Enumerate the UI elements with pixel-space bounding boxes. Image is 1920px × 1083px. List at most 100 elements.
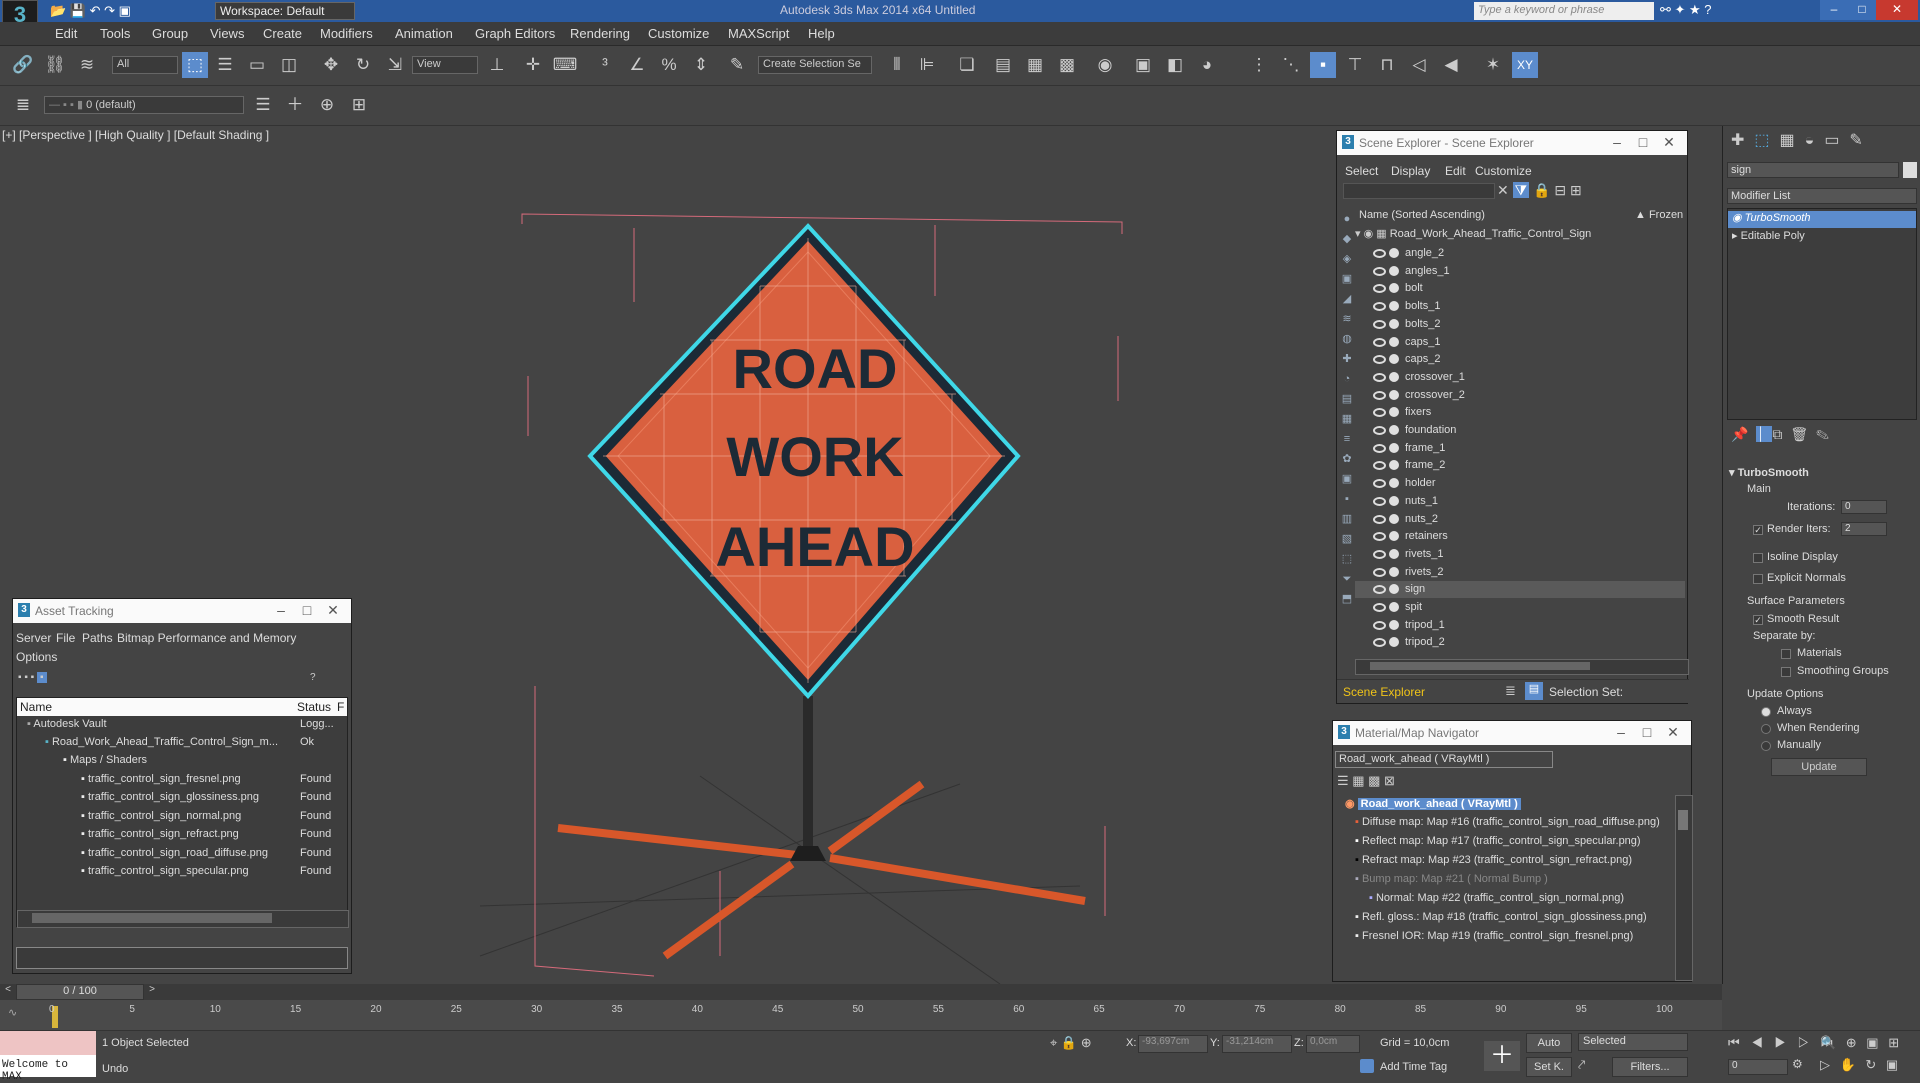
col-extra[interactable]: F <box>337 700 344 714</box>
menu-rendering[interactable]: Rendering <box>570 26 630 41</box>
scene-item-caps-1[interactable]: caps_1 <box>1355 334 1685 351</box>
visibility-eye-icon[interactable] <box>1373 266 1386 276</box>
render-iters-checkbox[interactable]: ✓ <box>1753 525 1763 535</box>
map-slot[interactable]: ▪ Normal: Map #22 (traffic_control_sign_… <box>1369 892 1624 909</box>
current-frame-field[interactable]: 0 <box>1728 1059 1788 1075</box>
visibility-eye-icon[interactable] <box>1373 603 1386 612</box>
asset-hscrollbar[interactable] <box>17 910 349 928</box>
add-to-layer-icon[interactable]: ⊕ <box>314 92 340 118</box>
material-root[interactable]: ◉ Road_work_ahead ( VRayMtl ) <box>1345 797 1521 814</box>
scene-item-frame-1[interactable]: frame_1 <box>1355 440 1685 457</box>
select-by-name-icon[interactable]: ☰ <box>212 52 238 78</box>
search-input[interactable]: Type a keyword or phrase <box>1474 2 1654 20</box>
render-toggle-icon[interactable] <box>1389 283 1399 294</box>
isoline-checkbox[interactable] <box>1753 553 1763 563</box>
scroll-thumb[interactable] <box>1370 662 1590 670</box>
set-key-button[interactable]: Set K. <box>1526 1057 1572 1077</box>
minimize-icon[interactable]: – <box>1611 724 1631 740</box>
unlink-icon[interactable]: ⛓ <box>42 52 68 78</box>
render-toggle-icon[interactable] <box>1389 354 1399 365</box>
scene-item-spit[interactable]: spit <box>1355 599 1685 616</box>
visibility-eye-icon[interactable] <box>1373 549 1386 559</box>
view-mode-icons[interactable]: ☰ ▦ ▩ ⊠ <box>1337 773 1395 789</box>
visibility-eye-icon[interactable] <box>1373 496 1386 506</box>
time-tag-icon[interactable] <box>1360 1059 1374 1073</box>
map-slot[interactable]: ▪ Diffuse map: Map #16 (traffic_control_… <box>1355 816 1660 833</box>
help-icon[interactable]: ? <box>310 672 316 683</box>
curve-editor-icon[interactable]: ▦ <box>1022 52 1048 78</box>
set-key-icon[interactable]: ＋ <box>1484 1041 1520 1071</box>
render-toggle-icon[interactable] <box>1389 442 1399 453</box>
quick-access-icons[interactable]: 📂 💾 ↶ ↷ ▣ <box>50 3 131 19</box>
menu-customize[interactable]: Customize <box>648 26 709 41</box>
visibility-eye-icon[interactable] <box>1373 408 1386 418</box>
maximize-icon[interactable]: □ <box>297 602 317 618</box>
snap-edge-icon[interactable]: ⊓ <box>1374 52 1400 78</box>
snap-vertex-icon[interactable]: ⋱ <box>1278 52 1304 78</box>
visibility-eye-icon[interactable] <box>1373 620 1386 630</box>
col-status[interactable]: Status <box>297 700 331 714</box>
asset-row[interactable]: ▪ traffic_control_sign_fresnel.png <box>81 773 241 790</box>
asset-row[interactable]: ▪ Road_Work_Ahead_Traffic_Control_Sign_m… <box>45 736 278 753</box>
snap-endpoint-icon[interactable]: ▪ <box>1310 52 1336 78</box>
menu-bitmap-performance[interactable]: Bitmap Performance and Memory <box>117 631 296 645</box>
scene-item-sign[interactable]: sign <box>1355 581 1685 599</box>
selection-set-icon[interactable]: ▤ <box>1525 682 1543 700</box>
smoothing-groups-checkbox[interactable] <box>1781 667 1791 677</box>
menu-server[interactable]: Server <box>16 631 51 645</box>
modifier-list-dropdown[interactable]: Modifier List <box>1727 188 1917 204</box>
menu-paths[interactable]: Paths <box>82 631 113 645</box>
render-toggle-icon[interactable] <box>1389 248 1399 258</box>
render-icon[interactable]: ◕ <box>1194 52 1220 78</box>
render-toggle-icon[interactable] <box>1389 637 1399 648</box>
asset-tools-icons[interactable]: ▪ ▪ ▪ ▪ <box>18 672 47 683</box>
rect-selection-icon[interactable]: ▭ <box>244 52 270 78</box>
asset-row[interactable]: ▪ Maps / Shaders <box>63 754 147 771</box>
menu-customize[interactable]: Customize <box>1475 164 1532 178</box>
snap-pivot-icon[interactable]: ◀ <box>1438 52 1464 78</box>
render-toggle-icon[interactable] <box>1389 318 1399 329</box>
scene-item-tripod-1[interactable]: tripod_1 <box>1355 617 1685 634</box>
render-toggle-icon[interactable] <box>1389 389 1399 400</box>
next-frame-arrow[interactable]: > <box>144 984 160 1000</box>
pivot-icon[interactable]: ⊥ <box>484 52 510 78</box>
scene-item-nuts-1[interactable]: nuts_1 <box>1355 493 1685 510</box>
maxscript-listener-top[interactable] <box>0 1031 96 1055</box>
scroll-thumb[interactable] <box>32 913 272 923</box>
viewport-nav-icons-2[interactable]: ▷ ✋ ↻ ▣ <box>1820 1057 1901 1073</box>
command-panel-tabs[interactable]: ✚⬚▦◒▭✎ <box>1731 130 1873 150</box>
modifier-turbosmooth[interactable]: ◉ TurboSmooth <box>1728 211 1916 228</box>
col-frozen-header[interactable]: ▲ Frozen <box>1635 209 1683 226</box>
y-coordinate-field[interactable]: -31,214cm <box>1222 1035 1292 1053</box>
layer-dropdown[interactable]: — ▪ ▪ ▮ 0 (default) <box>44 96 244 114</box>
scene-item-crossover-1[interactable]: crossover_1 <box>1355 369 1685 386</box>
menu-options[interactable]: Options <box>16 650 57 664</box>
prev-frame-arrow[interactable]: < <box>0 984 16 1000</box>
render-toggle-icon[interactable] <box>1389 460 1399 471</box>
material-name-field[interactable]: Road_work_ahead ( VRayMtl ) <box>1335 751 1553 768</box>
visibility-eye-icon[interactable] <box>1373 479 1386 489</box>
render-toggle-icon[interactable] <box>1389 584 1399 595</box>
scene-root-item[interactable]: ▾ ◉ ▦ Road_Work_Ahead_Traffic_Control_Si… <box>1355 227 1685 244</box>
visibility-eye-icon[interactable] <box>1373 585 1386 595</box>
menu-graph-editors[interactable]: Graph Editors <box>475 26 555 41</box>
scene-hscrollbar[interactable] <box>1355 659 1689 675</box>
map-slot[interactable]: ▪ Refl. gloss.: Map #18 (traffic_control… <box>1355 911 1647 928</box>
asset-path-field[interactable] <box>16 947 348 969</box>
menu-views[interactable]: Views <box>210 26 244 41</box>
visibility-eye-icon[interactable] <box>1373 337 1386 347</box>
named-selection-dropdown[interactable]: Create Selection Se <box>758 56 872 74</box>
layers-icon[interactable]: ≣ <box>10 92 36 118</box>
asset-row[interactable]: ▪ traffic_control_sign_normal.png <box>81 810 241 827</box>
scene-item-rivets-2[interactable]: rivets_2 <box>1355 564 1685 581</box>
menu-animation[interactable]: Animation <box>395 26 453 41</box>
render-toggle-icon[interactable] <box>1389 548 1399 559</box>
render-toggle-icon[interactable] <box>1389 371 1399 382</box>
asset-tracking-titlebar[interactable]: 3 Asset Tracking – □ ✕ <box>13 599 351 623</box>
scene-explorer-titlebar[interactable]: 3 Scene Explorer - Scene Explorer – □ ✕ <box>1337 131 1687 155</box>
materials-checkbox[interactable] <box>1781 649 1791 659</box>
render-toggle-icon[interactable] <box>1389 336 1399 347</box>
close-icon[interactable]: ✕ <box>1663 724 1683 741</box>
scene-item-crossover-2[interactable]: crossover_2 <box>1355 387 1685 404</box>
rotate-icon[interactable]: ↻ <box>350 52 376 78</box>
